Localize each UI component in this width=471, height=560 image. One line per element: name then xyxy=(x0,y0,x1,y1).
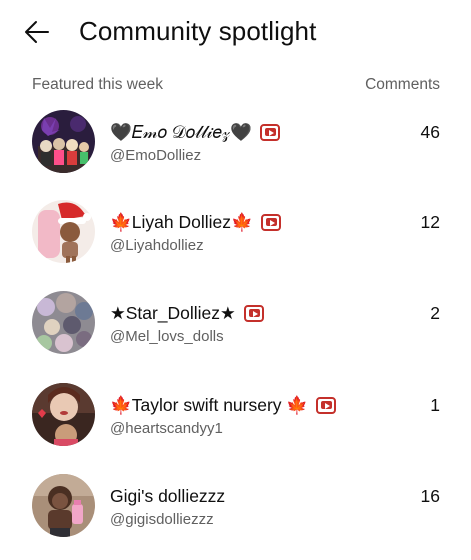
creator-row[interactable]: Gigi's dolliezzz @gigisdolliezzz 16 xyxy=(0,474,471,554)
youtube-icon xyxy=(243,304,264,322)
featured-label: Featured this week xyxy=(32,76,163,93)
creator-row[interactable]: 🍁Taylor swift nursery 🍁 @heartscandyy1 1 xyxy=(0,383,471,463)
page-title: Community spotlight xyxy=(79,16,317,46)
avatar[interactable] xyxy=(32,110,95,173)
youtube-icon xyxy=(260,213,281,231)
creator-name[interactable]: 🍁Taylor swift nursery 🍁 xyxy=(110,395,308,416)
youtube-icon xyxy=(316,396,337,414)
creator-name[interactable]: Gigi's dolliezzz xyxy=(110,486,225,507)
creator-handle: @heartscandyy1 xyxy=(110,420,223,437)
comment-count: 2 xyxy=(430,303,440,323)
creator-name[interactable]: 🖤𝐸𝓂𝑜 𝒟𝑜𝓁𝓁𝒾𝑒𝓏🖤 xyxy=(110,122,252,143)
creator-name[interactable]: ★Star_Dolliez★ xyxy=(110,303,236,324)
creator-handle: @gigisdolliezzz xyxy=(110,511,214,528)
creator-row[interactable]: 🍁Liyah Dolliez🍁 @Liyahdolliez 12 xyxy=(0,200,471,280)
back-button[interactable] xyxy=(18,14,58,50)
avatar[interactable] xyxy=(32,383,95,446)
avatar[interactable] xyxy=(32,200,95,263)
comment-count: 12 xyxy=(420,212,440,232)
creator-handle: @EmoDolliez xyxy=(110,147,202,164)
creator-row[interactable]: 🖤𝐸𝓂𝑜 𝒟𝑜𝓁𝓁𝒾𝑒𝓏🖤 @EmoDolliez 46 xyxy=(0,110,471,190)
creator-handle: @Mel_lovs_dolls xyxy=(110,328,224,345)
comments-column-label: Comments xyxy=(365,76,440,93)
avatar[interactable] xyxy=(32,474,95,537)
creator-row[interactable]: ★Star_Dolliez★ @Mel_lovs_dolls 2 xyxy=(0,291,471,371)
avatar[interactable] xyxy=(32,291,95,354)
comment-count: 16 xyxy=(420,486,440,506)
app-header: Community spotlight xyxy=(0,0,471,66)
arrow-left-icon xyxy=(25,21,49,43)
comment-count: 46 xyxy=(420,122,440,142)
creator-handle: @Liyahdolliez xyxy=(110,237,204,254)
comment-count: 1 xyxy=(430,395,440,415)
youtube-icon xyxy=(259,123,280,141)
creator-name[interactable]: 🍁Liyah Dolliez🍁 xyxy=(110,212,253,233)
